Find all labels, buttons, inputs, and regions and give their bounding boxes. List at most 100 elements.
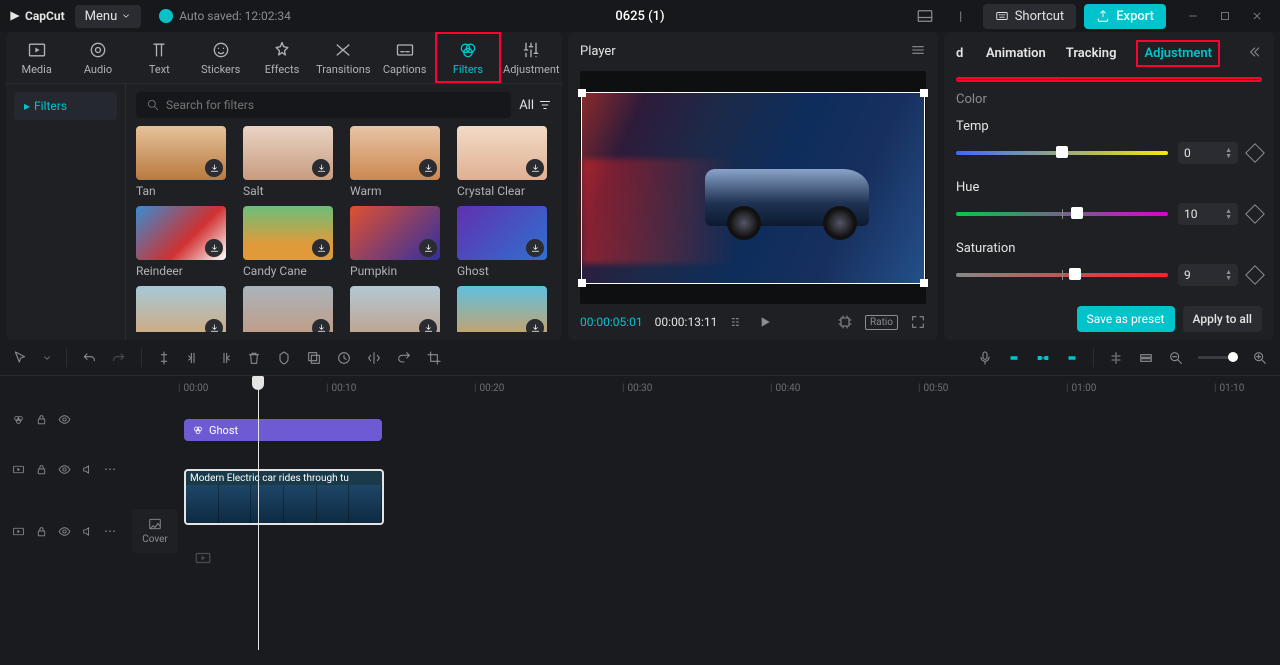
download-icon[interactable] xyxy=(205,239,223,257)
list-icon[interactable] xyxy=(729,314,745,330)
mic-icon[interactable] xyxy=(977,350,993,366)
subtab-hsl[interactable]: HSL xyxy=(1059,79,1160,82)
menu-button[interactable]: Menu xyxy=(75,5,142,28)
maximize-icon[interactable] xyxy=(1210,4,1240,28)
cover-button[interactable]: Cover xyxy=(132,509,178,553)
subtab-basic[interactable]: Basic xyxy=(958,79,1059,82)
search-input[interactable] xyxy=(136,92,511,118)
video-clip[interactable]: Modern Electric car rides through tu xyxy=(184,469,384,525)
minimize-icon[interactable] xyxy=(1178,4,1208,28)
snap-icon[interactable] xyxy=(1007,351,1021,365)
undo-icon[interactable] xyxy=(81,350,97,366)
subtab-curves[interactable]: Curves xyxy=(1159,79,1260,82)
mute-icon[interactable] xyxy=(81,525,94,538)
rtab-clipped[interactable]: d xyxy=(956,46,966,61)
fullscreen-icon[interactable] xyxy=(910,314,926,330)
mirror-icon[interactable] xyxy=(366,350,382,366)
split-icon[interactable] xyxy=(156,350,172,366)
tab-effects[interactable]: Effects xyxy=(251,32,312,83)
playhead[interactable] xyxy=(258,376,270,650)
filter-item[interactable] xyxy=(243,286,338,332)
download-icon[interactable] xyxy=(526,159,544,177)
filter-item[interactable]: Salt xyxy=(243,126,338,198)
zoom-slider[interactable] xyxy=(1198,356,1238,359)
eye-icon[interactable] xyxy=(58,463,71,476)
rtab-animation[interactable]: Animation xyxy=(986,46,1046,61)
video-track-icon[interactable] xyxy=(12,525,25,538)
filter-item[interactable] xyxy=(457,286,552,332)
player-viewport[interactable] xyxy=(580,71,926,304)
play-icon[interactable] xyxy=(757,314,773,330)
filter-item[interactable]: Candy Cane xyxy=(243,206,338,278)
download-icon[interactable] xyxy=(312,319,330,332)
sat-slider[interactable] xyxy=(956,273,1168,277)
hue-keyframe-icon[interactable] xyxy=(1245,204,1265,224)
crop-tool-icon[interactable] xyxy=(426,350,442,366)
lock-icon[interactable] xyxy=(35,525,48,538)
filter-item[interactable]: Ghost xyxy=(457,206,552,278)
tab-transitions[interactable]: Transitions xyxy=(313,32,374,83)
tab-adjustment[interactable]: Adjustment xyxy=(501,32,562,83)
redo-icon[interactable] xyxy=(111,350,127,366)
more-icon[interactable]: ⋯ xyxy=(104,524,116,538)
filter-item[interactable] xyxy=(136,286,231,332)
filter-item[interactable] xyxy=(350,286,445,332)
layout-icon[interactable] xyxy=(911,4,939,28)
hue-value[interactable]: 10▲▼ xyxy=(1178,203,1238,225)
download-icon[interactable] xyxy=(312,159,330,177)
download-icon[interactable] xyxy=(526,319,544,332)
tab-filters[interactable]: Filters xyxy=(435,32,500,83)
apply-all-button[interactable]: Apply to all xyxy=(1183,306,1263,332)
temp-value[interactable]: 0▲▼ xyxy=(1178,142,1238,164)
duplicate-icon[interactable] xyxy=(306,350,322,366)
tab-audio[interactable]: Audio xyxy=(67,32,128,83)
eye-icon[interactable] xyxy=(58,525,71,538)
preview-icon[interactable] xyxy=(1065,351,1079,365)
download-icon[interactable] xyxy=(419,239,437,257)
temp-keyframe-icon[interactable] xyxy=(1245,143,1265,163)
eye-icon[interactable] xyxy=(58,413,71,426)
tab-text[interactable]: Text xyxy=(129,32,190,83)
zoom-out-icon[interactable] xyxy=(1168,350,1184,366)
video-frame[interactable] xyxy=(581,92,925,284)
download-icon[interactable] xyxy=(526,239,544,257)
align-icon[interactable] xyxy=(1108,350,1124,366)
more-icon[interactable]: ⋯ xyxy=(104,462,116,476)
more-tabs-icon[interactable] xyxy=(1246,44,1262,64)
cursor-icon[interactable] xyxy=(12,350,28,366)
export-button[interactable]: Export xyxy=(1084,4,1166,29)
download-icon[interactable] xyxy=(312,239,330,257)
reverse-icon[interactable] xyxy=(336,350,352,366)
track-toggle-icon[interactable] xyxy=(1138,350,1154,366)
crop-icon[interactable] xyxy=(837,314,853,330)
close-icon[interactable] xyxy=(1242,4,1272,28)
trim-right-icon[interactable] xyxy=(216,350,232,366)
trim-left-icon[interactable] xyxy=(186,350,202,366)
rotate-icon[interactable] xyxy=(396,350,412,366)
filter-all-button[interactable]: All xyxy=(519,98,552,113)
filter-item[interactable]: Warm xyxy=(350,126,445,198)
download-icon[interactable] xyxy=(419,319,437,332)
marker-icon[interactable] xyxy=(276,350,292,366)
download-icon[interactable] xyxy=(205,319,223,332)
download-icon[interactable] xyxy=(419,159,437,177)
sidebar-item-filters[interactable]: ▸ Filters xyxy=(14,92,117,120)
download-icon[interactable] xyxy=(205,159,223,177)
tab-media[interactable]: Media xyxy=(6,32,67,83)
ruler[interactable]: 00:0000:1000:2000:3000:4000:5001:0001:10 xyxy=(0,376,1280,400)
ratio-button[interactable]: Ratio xyxy=(865,315,898,330)
save-preset-button[interactable]: Save as preset xyxy=(1077,306,1175,332)
filter-clip[interactable]: Ghost xyxy=(184,419,382,441)
filter-item[interactable]: Reindeer xyxy=(136,206,231,278)
rtab-tracking[interactable]: Tracking xyxy=(1066,46,1117,61)
temp-slider[interactable] xyxy=(956,151,1168,155)
filter-item[interactable]: Pumpkin xyxy=(350,206,445,278)
effects-track-icon[interactable] xyxy=(12,413,25,426)
filter-item[interactable]: Crystal Clear xyxy=(457,126,552,198)
rtab-adjustment[interactable]: Adjustment xyxy=(1136,40,1220,67)
mute-icon[interactable] xyxy=(81,463,94,476)
player-menu-icon[interactable] xyxy=(910,42,926,61)
lock-icon[interactable] xyxy=(35,413,48,426)
tab-stickers[interactable]: Stickers xyxy=(190,32,251,83)
link-icon[interactable] xyxy=(1035,350,1051,366)
